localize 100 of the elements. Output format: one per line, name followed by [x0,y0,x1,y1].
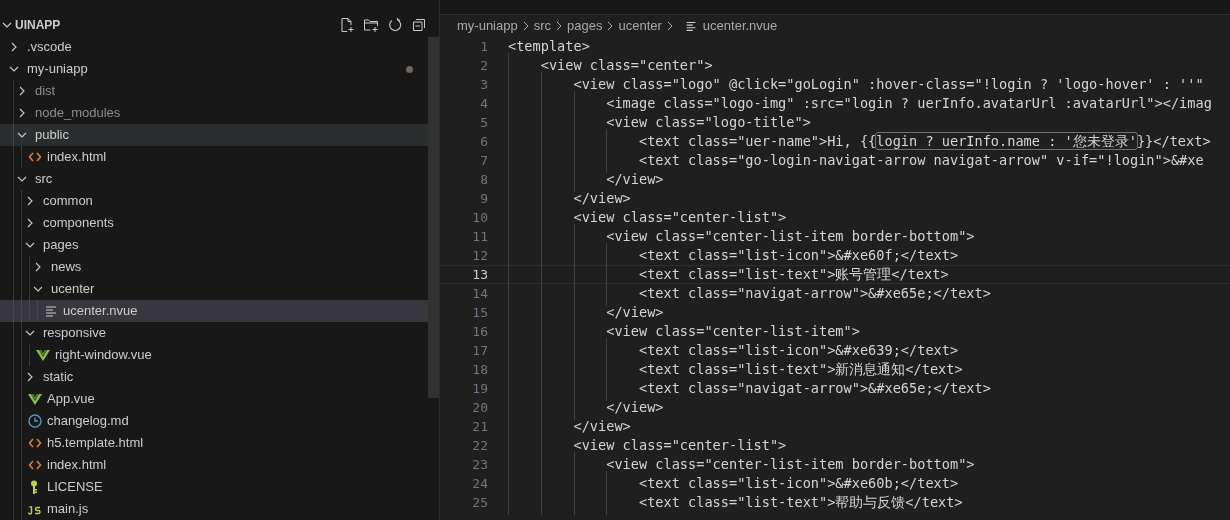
line-number: 6 [479,132,488,151]
line-number: 16 [471,322,488,341]
code-line: </view> [605,303,664,323]
line-number: 18 [471,360,488,379]
line-number: 21 [471,417,488,436]
explorer-section-title[interactable]: UINAPP [15,16,61,35]
tree-item[interactable]: src [0,168,428,190]
tree-item-label: .vscode [27,38,72,57]
line-number: 24 [471,474,488,493]
tree-item-label: index.html [47,148,107,167]
tree-item[interactable]: public [0,124,428,146]
tree-item-label: node_modules [35,104,121,123]
tree-item-label: LICENSE [47,478,103,497]
code-line: <text class="uer-name">Hi, {{login ? uerInfo.name : '您未登录'}}</text> [637,132,1211,152]
tree-item-label: h5.template.html [47,434,144,453]
code-line: <view class="logo-title"> [605,113,811,133]
tree-item[interactable]: h5.template.html [0,432,428,454]
tree-item-label: news [51,258,82,277]
breadcrumb-item[interactable]: my-uniapp [457,16,518,36]
tree-item-label: changelog.md [47,412,129,431]
code-line: <text class="list-icon">&#xe60b;</text> [637,474,959,494]
code-line: </view> [572,189,631,209]
tree-item[interactable]: news [0,256,428,278]
code-line: <view class="center-list"> [572,208,787,228]
line-number: 15 [471,303,488,322]
line-number: 22 [471,436,488,455]
tree-item[interactable]: dist [0,80,428,102]
tree-item-label: dist [35,82,56,101]
line-number: 13 [471,265,488,284]
tree-item-label: App.vue [47,390,95,409]
tree-item[interactable]: index.html [0,454,428,476]
line-number: 17 [471,341,488,360]
code-line: </view> [605,170,664,190]
line-number: 7 [479,151,488,170]
tree-item[interactable]: main.js [0,498,428,520]
line-number: 2 [479,56,488,75]
code-line: <view class="center"> [539,56,713,76]
line-number: 9 [479,189,488,208]
tree-item-label: right-window.vue [55,346,152,365]
code-line: <view class="logo" @click="goLogin" :hover-class="!login ? 'logo-hover' : ''" [572,75,1204,95]
code-line: <view class="center-list-item border-bottom"> [605,455,975,475]
tree-item[interactable]: common [0,190,428,212]
text-lines-icon [43,303,59,319]
tree-item-label: ucenter [51,280,95,299]
code-line: <text class="list-icon">&#xe639;</text> [637,341,959,361]
code-line: <template> [508,37,590,57]
tree-item[interactable]: ucenter.nvue [0,300,428,322]
code-line: <text class="navigat-arrow">&#xe65e;</text> [637,379,991,399]
code-line: <view class="center-list-item border-bottom"> [605,227,975,247]
line-number: 8 [479,170,488,189]
scrollbar[interactable] [428,37,439,398]
code-line: </view> [572,417,631,437]
tree-item-label: my-uniapp [27,60,88,79]
tree-item[interactable]: .vscode [0,36,428,58]
tree-item[interactable]: responsive [0,322,428,344]
code-line: <text class="list-text">帮助与反馈</text> [637,493,963,513]
code-line: <text class="list-icon">&#xe60f;</text> [637,246,959,266]
code-line: <view class="center-list"> [572,436,787,456]
line-number: 20 [471,398,488,417]
vue-logo-icon [27,391,43,407]
breadcrumb-item[interactable]: src [533,16,552,36]
breadcrumb-item[interactable]: ucenter.nvue [702,16,778,36]
clock-icon [27,413,43,429]
new-folder-icon[interactable] [363,17,379,34]
code-line: <text class="go-login-navigat-arrow navigat-arrow" v-if="!login">&#xe [637,151,1204,171]
line-number: 12 [471,246,488,265]
tree-item[interactable]: my-uniapp [0,58,428,80]
vue-logo-icon [35,347,51,363]
tree-item-label: pages [43,236,79,255]
line-number: 10 [471,208,488,227]
new-file-icon[interactable] [339,17,355,34]
tree-item[interactable]: changelog.md [0,410,428,432]
breadcrumb-item[interactable]: ucenter [618,16,662,36]
tree-item[interactable]: components [0,212,428,234]
tree-item[interactable]: static [0,366,428,388]
tree-item[interactable]: right-window.vue [0,344,428,366]
code-line: <text class="list-text">账号管理</text> [637,265,949,285]
tree-item[interactable]: LICENSE [0,476,428,498]
tree-item-label: common [43,192,93,211]
line-number: 1 [479,37,488,56]
tree-item[interactable]: App.vue [0,388,428,410]
code-line: <text class="list-text">新消息通知</text> [637,360,963,380]
line-number: 3 [479,75,488,94]
line-number: 25 [471,493,488,512]
line-number: 5 [479,113,488,132]
line-number: 14 [471,284,488,303]
tree-item-label: ucenter.nvue [63,302,138,321]
code-line: <text class="navigat-arrow">&#xe65e;</text> [637,284,991,304]
refresh-icon[interactable] [387,17,403,34]
line-number: 23 [471,455,488,474]
tree-item[interactable]: pages [0,234,428,256]
tree-item[interactable]: ucenter [0,278,428,300]
line-number: 4 [479,94,488,113]
line-number: 19 [471,379,488,398]
tree-item-label: src [35,170,53,189]
collapse-all-icon[interactable] [411,17,427,34]
tree-item[interactable]: index.html [0,146,428,168]
code-line: <view class="center-list-item"> [605,322,860,342]
tree-item[interactable]: node_modules [0,102,428,124]
breadcrumb-item[interactable]: pages [567,16,603,36]
